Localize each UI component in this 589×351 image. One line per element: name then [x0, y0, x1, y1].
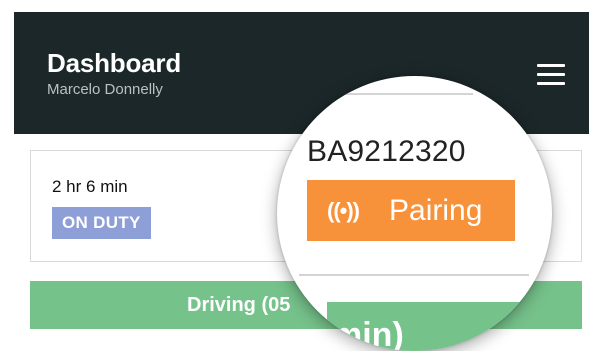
driver-name: Marcelo Donnelly — [47, 81, 163, 98]
divider — [299, 274, 529, 276]
pairing-label: Pairing — [389, 194, 483, 227]
duty-status-badge: ON DUTY — [52, 207, 151, 239]
menu-line — [537, 64, 565, 67]
driving-status-label: Driving (05 — [187, 294, 291, 316]
device-serial: BA9212320 — [307, 135, 466, 168]
duty-duration: 2 hr 6 min — [52, 177, 128, 196]
divider — [317, 93, 473, 95]
broadcast-icon: ((•)) — [327, 198, 360, 223]
menu-line — [537, 82, 565, 85]
pairing-status-badge[interactable]: ((•)) Pairing — [307, 180, 515, 241]
page-title: Dashboard — [47, 48, 182, 78]
menu-line — [537, 73, 565, 76]
zoom-magnifier: BA9212320 ((•)) Pairing min) — [277, 76, 552, 351]
magnified-driving-text: min) — [332, 316, 404, 351]
hamburger-menu-icon[interactable] — [536, 62, 566, 88]
